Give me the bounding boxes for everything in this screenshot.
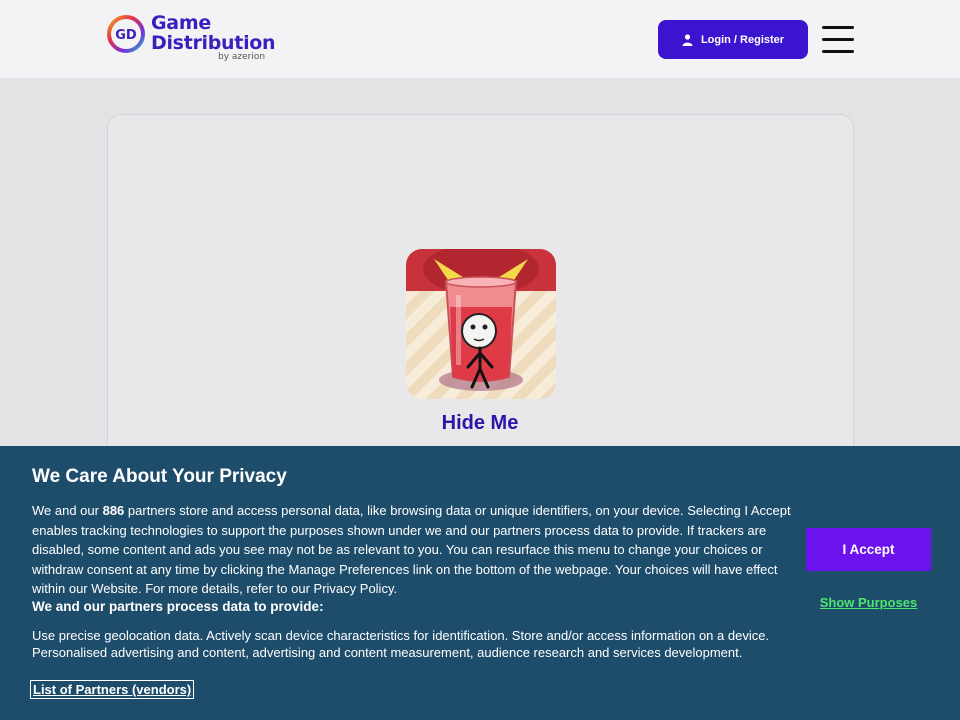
game-distribution-logo[interactable]: GD Game Distribution by azerion [106, 12, 276, 66]
gd-logo-icon: GD [107, 15, 145, 53]
menu-bar [822, 26, 854, 29]
login-register-label: Login / Register [700, 33, 785, 46]
logo-mark-text: GD [115, 28, 137, 43]
consent-body-text: partners store and access personal data,… [32, 503, 791, 596]
login-register-button[interactable]: Login / Register [658, 20, 808, 59]
consent-intro: We and our [32, 503, 103, 518]
consent-purposes-list: Use precise geolocation data. Actively s… [32, 628, 770, 660]
partner-count: 886 [102, 503, 125, 518]
show-purposes-link[interactable]: Show Purposes [806, 595, 931, 610]
logo-line1: Game [151, 12, 211, 34]
privacy-consent-banner: We Care About Your Privacy We and our 88… [0, 446, 960, 720]
menu-bar [822, 38, 854, 41]
consent-title: We Care About Your Privacy [32, 466, 287, 487]
logo-line2: Distribution [151, 32, 276, 54]
site-header: GD Game Distribution by azerion Login / … [0, 0, 960, 79]
menu-bar [822, 50, 854, 53]
hamburger-menu-icon[interactable] [822, 26, 854, 54]
hide-me-artwork [406, 249, 556, 399]
game-title[interactable]: Hide Me [380, 412, 580, 435]
consent-description: We and our 886 partners store and access… [32, 501, 794, 599]
logo-byline: by azerion [218, 52, 266, 62]
list-of-partners-link[interactable]: List of Partners (vendors) [29, 680, 195, 699]
accept-button[interactable]: I Accept [806, 528, 931, 571]
game-thumbnail[interactable] [406, 249, 556, 399]
consent-subheading: We and our partners process data to prov… [32, 599, 324, 614]
logo-wordmark: Game Distribution [151, 12, 276, 54]
user-icon [682, 33, 693, 46]
